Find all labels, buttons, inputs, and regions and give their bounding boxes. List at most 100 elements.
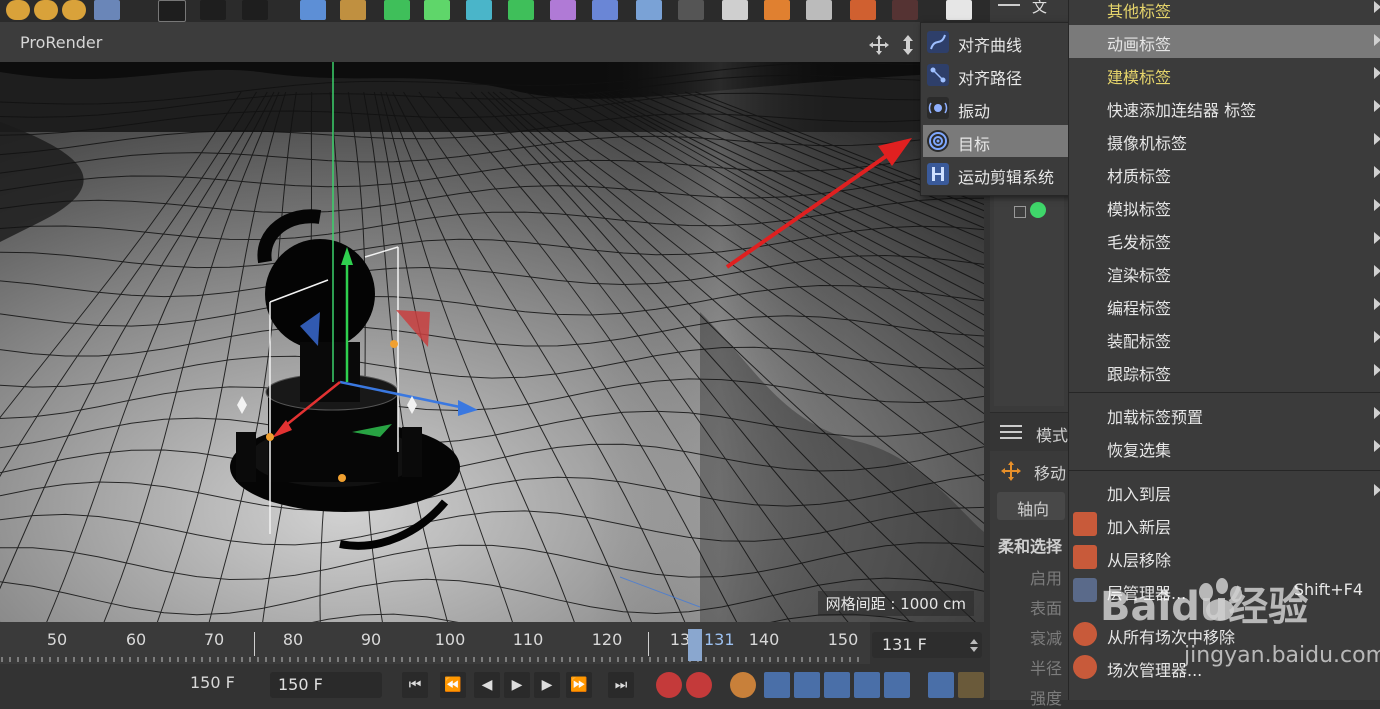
deformer-icon[interactable]: [550, 0, 576, 20]
extrude-icon[interactable]: [424, 0, 450, 20]
floor-icon[interactable]: [636, 0, 662, 20]
menu-item-modeling-tags[interactable]: 建模标签: [1069, 58, 1380, 91]
scale-view-icon[interactable]: [898, 34, 918, 56]
handle-point: [390, 340, 398, 348]
menu-item-add-new-layer[interactable]: 加入新层: [1069, 508, 1380, 541]
expand-icon[interactable]: [1014, 206, 1026, 218]
attributes-menu-icon[interactable]: [1000, 425, 1022, 427]
axis-y-icon[interactable]: [34, 0, 58, 20]
3d-viewport[interactable]: 网格间距 : 1000 cm: [0, 62, 984, 622]
sound-icon[interactable]: [928, 672, 954, 698]
key-scale-icon[interactable]: [794, 672, 820, 698]
attributes-mode-label[interactable]: 模式: [1036, 422, 1068, 446]
bend-icon[interactable]: [592, 0, 618, 20]
end-frame-field[interactable]: 150 F: [270, 672, 382, 698]
axis-x-icon[interactable]: [6, 0, 30, 20]
object-list[interactable]: [994, 196, 1064, 406]
key-pla-icon[interactable]: [884, 672, 910, 698]
menu-item-render-tags[interactable]: 渲染标签: [1069, 256, 1380, 289]
menu-item-label: 摄像机标签: [1107, 134, 1188, 153]
menu-icon[interactable]: [998, 4, 1020, 6]
menu-item-label: 从层移除: [1107, 551, 1172, 570]
preview-end-marker[interactable]: [648, 632, 649, 656]
auto-key-icon[interactable]: [686, 672, 712, 698]
menu-item-load-tag-preset[interactable]: 加载标签预置: [1069, 398, 1380, 431]
playhead-label: 131: [704, 630, 735, 649]
menu-item-hair-tags[interactable]: 毛发标签: [1069, 223, 1380, 256]
watermark-brand: Baidu经验: [1100, 584, 1308, 630]
submenu-arrow-icon: [1374, 34, 1380, 46]
menu-item-rigging-tags[interactable]: 装配标签: [1069, 322, 1380, 355]
light-icon[interactable]: [722, 0, 748, 20]
keyframe-selection-icon[interactable]: [730, 672, 756, 698]
play-icon[interactable]: ▶: [504, 672, 530, 698]
prev-frame-icon[interactable]: ◀: [474, 672, 500, 698]
python-icon[interactable]: [850, 0, 876, 20]
render-view-icon[interactable]: [200, 0, 226, 20]
axis-z-icon[interactable]: [62, 0, 86, 20]
target-icon: [927, 130, 949, 152]
coordinate-system-icon[interactable]: [94, 0, 120, 20]
submenu-arrow-icon: [1374, 133, 1380, 145]
move-view-icon[interactable]: [868, 34, 890, 56]
prev-key-icon[interactable]: ⏪: [440, 672, 466, 698]
new-layer-icon: [1073, 512, 1097, 536]
camera-icon[interactable]: [678, 0, 704, 20]
goto-end-icon[interactable]: ⏭: [608, 672, 634, 698]
menu-item-quick-connector-tags[interactable]: 快速添加连结器 标签: [1069, 91, 1380, 124]
menu-item-simulation-tags[interactable]: 模拟标签: [1069, 190, 1380, 223]
preview-start-marker[interactable]: [254, 632, 255, 656]
menu-item-label: 其他标签: [1107, 2, 1172, 21]
render-settings-icon[interactable]: [242, 0, 268, 20]
spinner-down-icon[interactable]: [970, 647, 978, 652]
magnet-icon[interactable]: [946, 0, 972, 20]
menu-item-camera-tags[interactable]: 摄像机标签: [1069, 124, 1380, 157]
render-region-icon[interactable]: [158, 0, 186, 22]
align-curve-icon: [927, 31, 949, 53]
manager-tab-label[interactable]: 文: [1032, 0, 1047, 17]
submenu-arrow-icon: [1374, 331, 1380, 343]
move-tool-icon[interactable]: [1000, 460, 1022, 482]
film-icon[interactable]: [958, 672, 984, 698]
menu-item-programming-tags[interactable]: 编程标签: [1069, 289, 1380, 322]
mograph-icon[interactable]: [508, 0, 534, 20]
import-icon[interactable]: [806, 0, 832, 20]
cube-icon[interactable]: [300, 0, 326, 20]
menu-item-animation-tags[interactable]: 动画标签: [1069, 25, 1380, 58]
menu-item-other-tags[interactable]: 其他标签: [1069, 0, 1380, 25]
cloner-icon[interactable]: [466, 0, 492, 20]
menu-item-add-to-layer[interactable]: 加入到层: [1069, 475, 1380, 508]
key-parameter-icon[interactable]: [854, 672, 880, 698]
menu-item-restore-selection[interactable]: 恢复选集: [1069, 431, 1380, 464]
submenu-arrow-icon: [1374, 199, 1380, 211]
sun-icon[interactable]: [764, 0, 790, 20]
spline-pen-icon[interactable]: [340, 0, 366, 20]
close-x-icon[interactable]: [892, 0, 918, 20]
key-rotation-icon[interactable]: [824, 672, 850, 698]
playhead[interactable]: [688, 629, 702, 661]
key-position-icon[interactable]: [764, 672, 790, 698]
next-frame-icon[interactable]: ▶: [534, 672, 560, 698]
axis-button[interactable]: 轴向: [997, 492, 1065, 520]
top-toolbar: [0, 0, 990, 22]
object-icon[interactable]: [1030, 202, 1046, 218]
menu-separator: [1069, 470, 1380, 471]
current-frame-field[interactable]: 131 F: [872, 632, 982, 658]
record-key-icon[interactable]: [656, 672, 682, 698]
goto-start-icon[interactable]: ⏮: [402, 672, 428, 698]
spinner-up-icon[interactable]: [970, 639, 978, 644]
menu-item-vibrate[interactable]: 振动: [923, 92, 1069, 124]
take-manager-icon: [1073, 655, 1097, 679]
subdivision-icon[interactable]: [384, 0, 410, 20]
menu-item-align-to-spline[interactable]: 对齐曲线: [923, 26, 1069, 58]
timeline-tick: 60: [125, 630, 147, 649]
enable-label: 启用: [1030, 569, 1063, 588]
surface-label: 表面: [1030, 599, 1063, 618]
menu-item-target[interactable]: 目标: [923, 125, 1069, 157]
attributes-header: 模式: [990, 412, 1068, 451]
menu-item-tracking-tags[interactable]: 跟踪标签: [1069, 355, 1380, 388]
menu-item-material-tags[interactable]: 材质标签: [1069, 157, 1380, 190]
next-key-icon[interactable]: ⏩: [566, 672, 592, 698]
menu-item-align-to-path[interactable]: 对齐路径: [923, 59, 1069, 91]
menu-item-motion-system[interactable]: 运动剪辑系统: [923, 158, 1069, 190]
